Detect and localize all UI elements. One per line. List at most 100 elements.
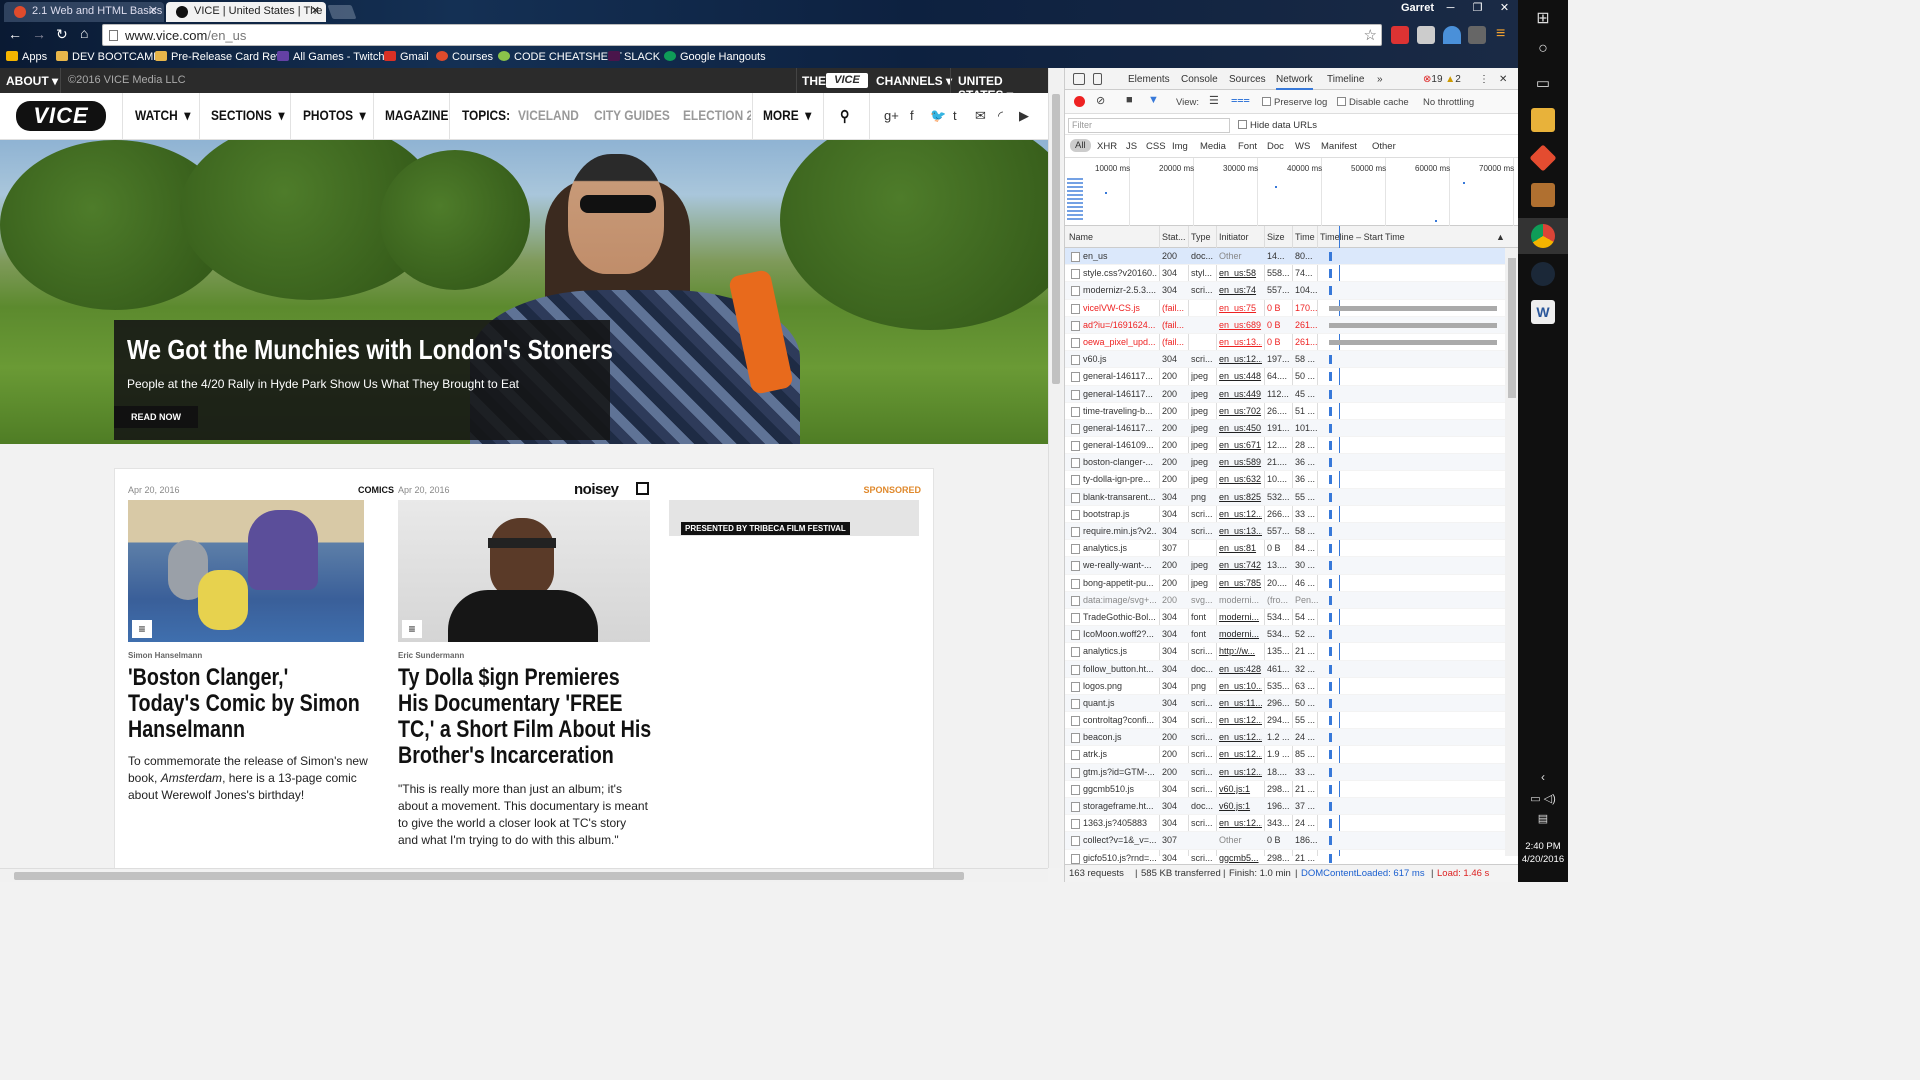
request-initiator[interactable]: ggcmb5...: [1219, 853, 1262, 863]
cortana-icon[interactable]: ○: [1518, 40, 1568, 58]
table-row[interactable]: time-traveling-b... 200 jpeg en_us:702 26...…: [1065, 403, 1505, 420]
tumblr-icon[interactable]: t: [953, 108, 957, 123]
table-row[interactable]: general-146109... 200 jpeg en_us:671 12.... 2…: [1065, 437, 1505, 455]
request-initiator[interactable]: v60.js:1: [1219, 784, 1262, 794]
table-row[interactable]: gtm.js?id=GTM-... 200 scri... en_us:12... 18…: [1065, 763, 1505, 781]
more-tabs-icon[interactable]: »: [1377, 74, 1383, 85]
inspect-element-icon[interactable]: [1073, 73, 1085, 85]
request-initiator[interactable]: en_us:632: [1219, 474, 1262, 484]
article-thumbnail[interactable]: ≡: [398, 500, 650, 642]
type-all[interactable]: All: [1070, 139, 1091, 152]
youtube-icon[interactable]: ▶: [1019, 108, 1029, 124]
table-row[interactable]: general-146117... 200 jpeg en_us:450 191... 1…: [1065, 419, 1505, 438]
request-name[interactable]: TradeGothic-Bol...: [1083, 612, 1157, 622]
request-initiator[interactable]: en_us:825: [1219, 492, 1262, 502]
app-icon[interactable]: [1531, 183, 1555, 207]
tab-timeline[interactable]: Timeline: [1327, 74, 1364, 85]
tab-console[interactable]: Console: [1181, 74, 1218, 85]
vice-logo[interactable]: VICE: [16, 101, 106, 131]
column-type[interactable]: Type: [1191, 232, 1211, 242]
windows-start-icon[interactable]: ⊞: [1518, 8, 1568, 28]
bookmark-star-icon[interactable]: ☆: [1364, 26, 1377, 44]
bookmark-dev-bootcamp[interactable]: DEV BOOTCAMP: [56, 51, 161, 63]
request-name[interactable]: data:image/svg+...: [1083, 595, 1157, 605]
extension-adblock-icon[interactable]: [1391, 26, 1409, 44]
request-name[interactable]: v60.js: [1083, 354, 1157, 364]
request-initiator[interactable]: moderni...: [1219, 595, 1262, 605]
request-name[interactable]: collect?v=1&_v=...: [1083, 835, 1157, 845]
column-initiator[interactable]: Initiator: [1219, 232, 1249, 242]
request-name[interactable]: modernizr-2.5.3....: [1083, 285, 1157, 295]
git-icon[interactable]: [1529, 144, 1557, 172]
hero-title[interactable]: We Got the Munchies with London's Stoner…: [127, 334, 613, 366]
table-row[interactable]: analytics.js 307 en_us:81 0 B 84 ...: [1065, 540, 1505, 558]
close-tab-icon[interactable]: ✕: [149, 2, 158, 20]
type-ws[interactable]: WS: [1295, 141, 1310, 152]
table-row[interactable]: beacon.js 200 scri... en_us:12... 1.2 ... 24 …: [1065, 729, 1505, 747]
request-name[interactable]: analytics.js: [1083, 543, 1157, 553]
bookmark-hangouts[interactable]: Google Hangouts: [664, 51, 766, 63]
table-row[interactable]: bong-appetit-pu... 200 jpeg en_us:785 20....…: [1065, 575, 1505, 592]
column-time[interactable]: Time: [1295, 232, 1315, 242]
table-row[interactable]: bootstrap.js 304 scri... en_us:12... 266... 3…: [1065, 506, 1505, 523]
email-icon[interactable]: ✉: [975, 108, 986, 124]
extension-icon[interactable]: [1417, 26, 1435, 44]
request-initiator[interactable]: en_us:12...: [1219, 732, 1262, 742]
task-view-icon[interactable]: ▭: [1518, 74, 1568, 92]
request-name[interactable]: analytics.js: [1083, 646, 1157, 656]
nav-sections[interactable]: SECTIONS ▾: [211, 107, 284, 124]
request-name[interactable]: boston-clanger-...: [1083, 457, 1157, 467]
nav-photos[interactable]: PHOTOS ▾: [303, 107, 366, 124]
request-name[interactable]: ggcmb510.js: [1083, 784, 1157, 794]
sponsored-ad[interactable]: PRESENTED BY TRIBECA FILM FESTIVAL: [669, 500, 919, 536]
request-initiator[interactable]: Other: [1219, 251, 1262, 261]
bookmark-gmail[interactable]: Gmail: [384, 51, 429, 63]
request-name[interactable]: blank-transarent...: [1083, 492, 1157, 502]
request-name[interactable]: general-146109...: [1083, 440, 1157, 450]
hero-banner[interactable]: We Got the Munchies with London's Stoner…: [0, 140, 1048, 444]
page-horizontal-scrollbar[interactable]: [0, 868, 1048, 882]
request-name[interactable]: atrk.js: [1083, 749, 1157, 759]
type-doc[interactable]: Doc: [1267, 141, 1284, 152]
nav-topic-city-guides[interactable]: CITY GUIDES: [594, 107, 670, 123]
filter-icon[interactable]: ▼: [1148, 94, 1159, 106]
error-warning-counter[interactable]: ⊗19 ▲2: [1423, 74, 1461, 85]
requests-scrollbar[interactable]: [1505, 248, 1518, 856]
bookmark-courses[interactable]: Courses: [436, 51, 493, 63]
chrome-icon[interactable]: [1531, 224, 1555, 248]
request-name[interactable]: oewa_pixel_upd...: [1083, 337, 1157, 347]
about-menu[interactable]: ABOUT ▾: [6, 74, 58, 88]
article-author[interactable]: Eric Sundermann: [398, 651, 464, 660]
table-row[interactable]: oewa_pixel_upd... (fail... en_us:13... 0 B 2…: [1065, 334, 1505, 352]
table-row[interactable]: quant.js 304 scri... en_us:11... 296... 50 ..…: [1065, 694, 1505, 713]
scrollbar-thumb[interactable]: [1508, 258, 1516, 398]
profile-name[interactable]: Garret: [1401, 2, 1434, 14]
back-icon[interactable]: ←: [8, 26, 22, 42]
channels-menu[interactable]: CHANNELS ▾: [876, 74, 952, 88]
request-name[interactable]: 1363.js?405883: [1083, 818, 1157, 828]
table-row[interactable]: data:image/svg+... 200 svg... moderni... (fr…: [1065, 591, 1505, 609]
word-icon[interactable]: W: [1531, 300, 1555, 324]
show-hidden-icons[interactable]: ‹: [1518, 770, 1568, 784]
table-row[interactable]: boston-clanger-... 200 jpeg en_us:589 21....…: [1065, 454, 1505, 472]
facebook-icon[interactable]: f: [910, 108, 914, 123]
request-name[interactable]: storageframe.ht...: [1083, 801, 1157, 811]
scrollbar-thumb[interactable]: [1052, 94, 1060, 384]
request-initiator[interactable]: Other: [1219, 835, 1262, 845]
request-initiator[interactable]: en_us:10...: [1219, 681, 1262, 691]
forward-icon[interactable]: →: [32, 26, 46, 42]
request-initiator[interactable]: en_us:448: [1219, 371, 1262, 381]
request-name[interactable]: we-really-want-...: [1083, 560, 1157, 570]
request-name[interactable]: follow_button.ht...: [1083, 664, 1157, 674]
request-initiator[interactable]: en_us:449: [1219, 389, 1262, 399]
request-name[interactable]: general-146117...: [1083, 389, 1157, 399]
tab-network[interactable]: Network: [1276, 74, 1313, 90]
new-tab-button[interactable]: [327, 5, 357, 19]
table-row[interactable]: collect?v=1&_v=... 307 Other 0 B 186...: [1065, 832, 1505, 850]
rss-icon[interactable]: ◜: [998, 108, 1003, 124]
article-author[interactable]: Simon Hanselmann: [128, 651, 202, 660]
request-initiator[interactable]: en_us:74: [1219, 285, 1262, 295]
request-initiator[interactable]: en_us:742: [1219, 560, 1262, 570]
bookmark-pre-release[interactable]: Pre-Release Card Rev: [155, 51, 282, 63]
request-name[interactable]: beacon.js: [1083, 732, 1157, 742]
